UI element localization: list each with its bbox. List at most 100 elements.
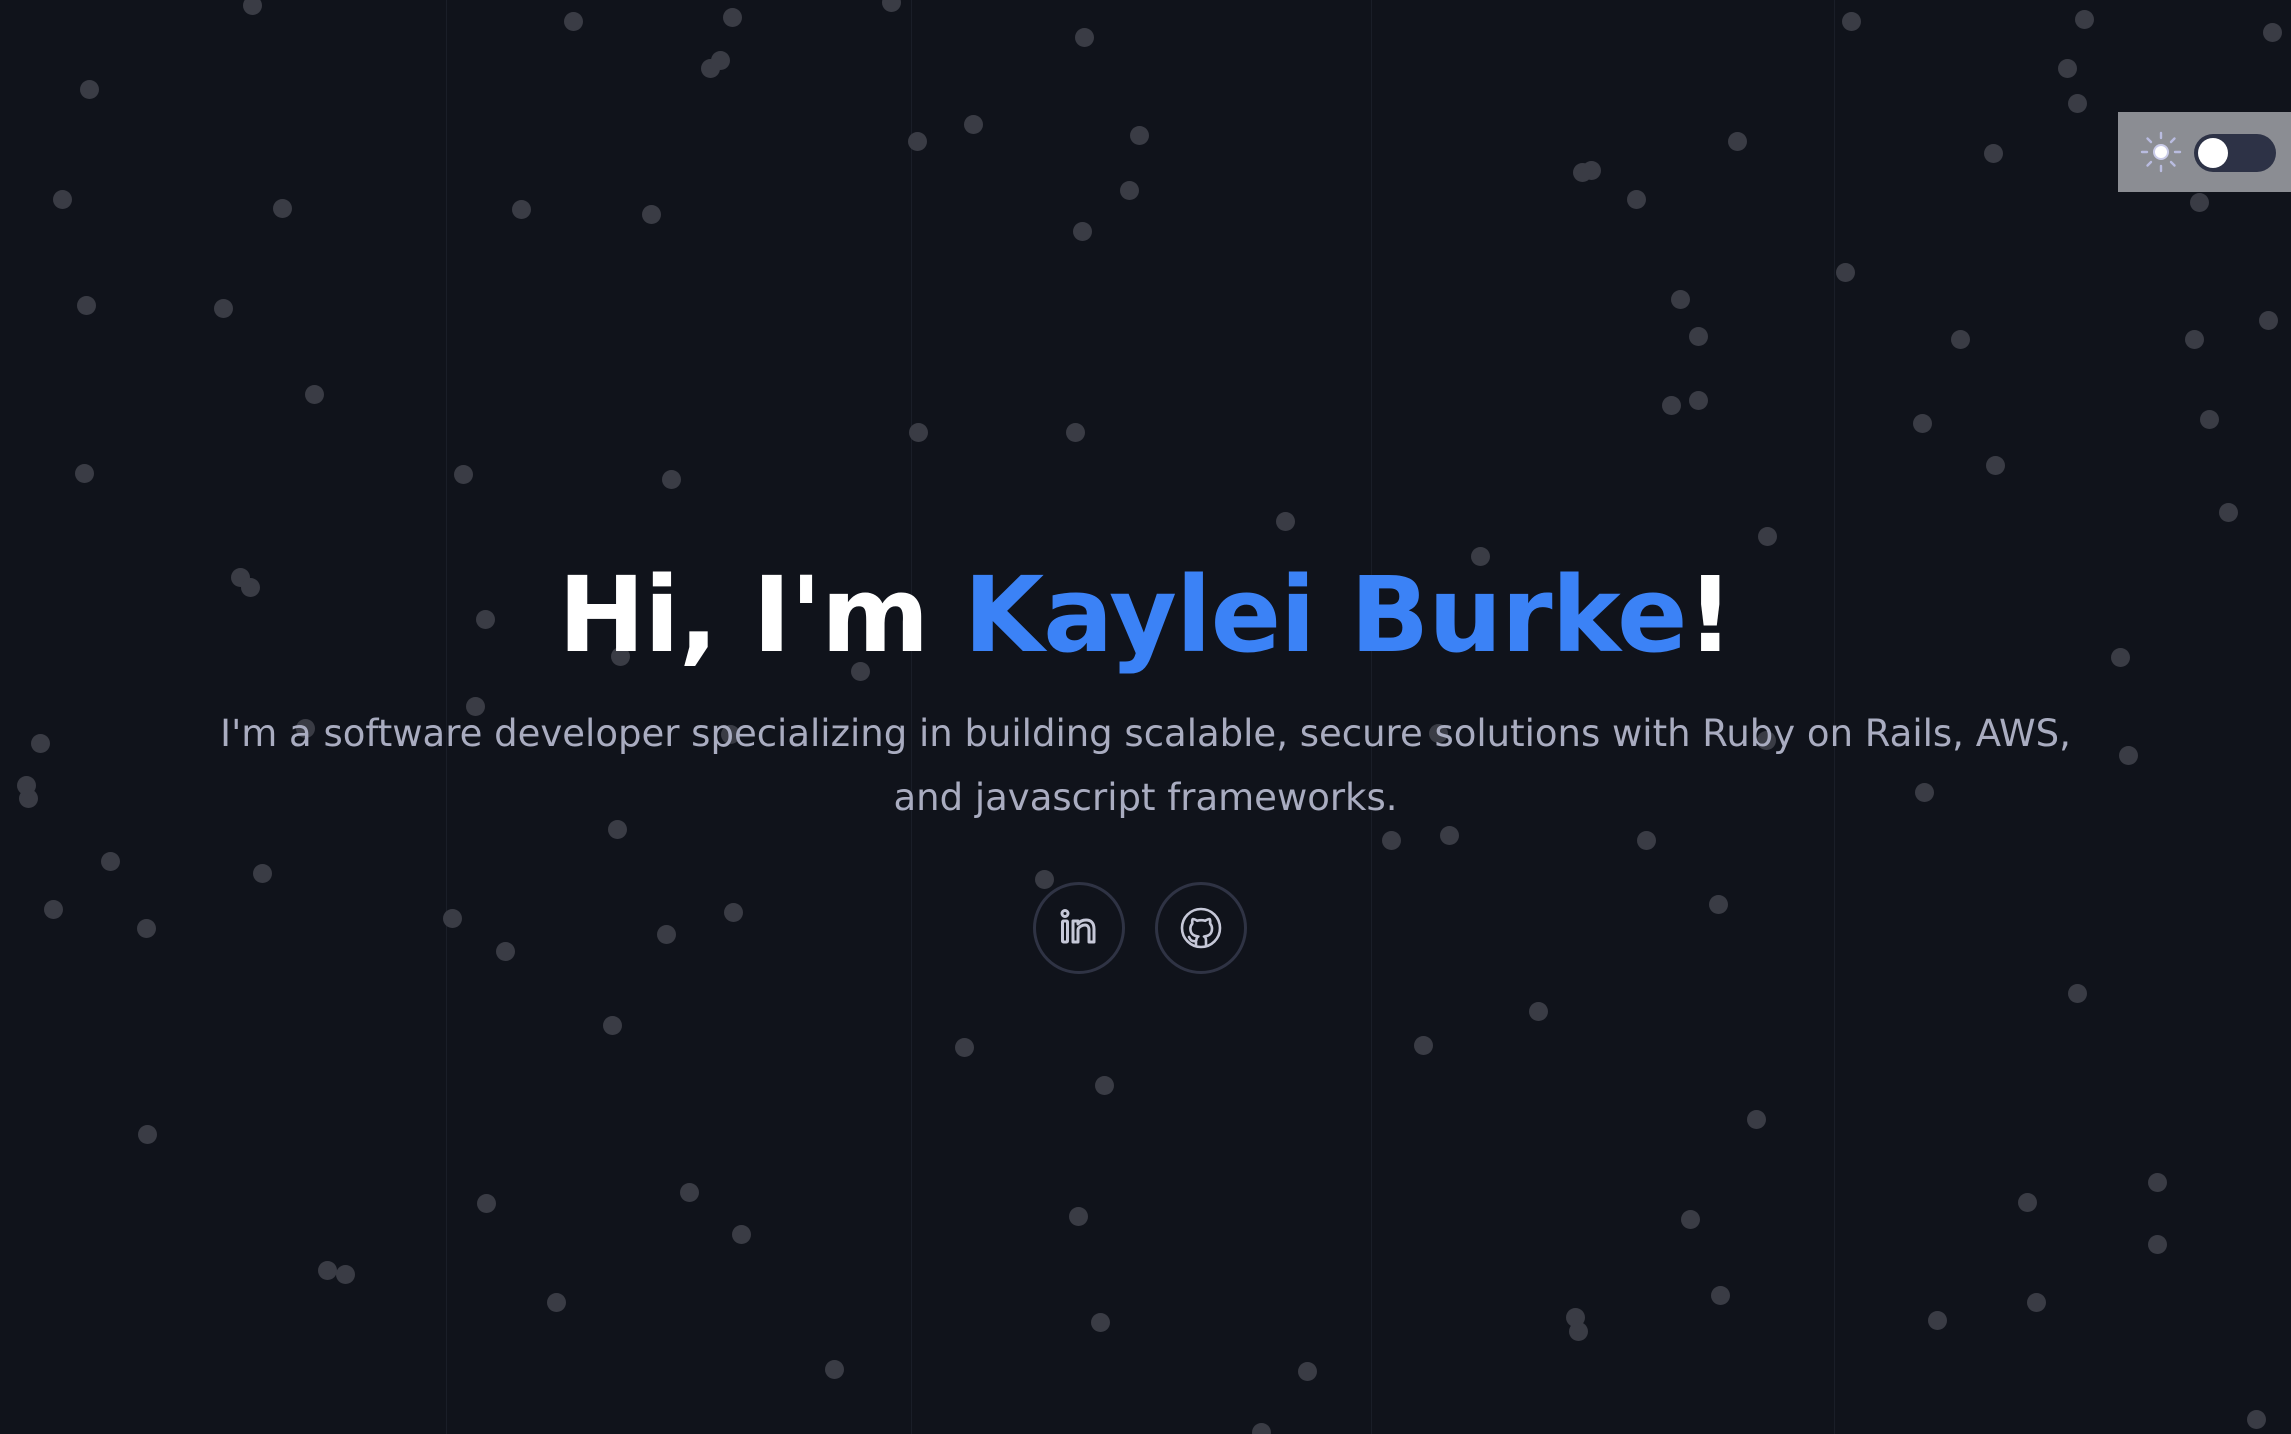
hero-subtitle: I'm a software developer specializing in… [220, 712, 2071, 819]
particle-dot [1836, 263, 1855, 282]
particle-dot [657, 925, 676, 944]
particle-dot [44, 900, 63, 919]
particle-dot [137, 919, 156, 938]
particle-dot [1951, 330, 1970, 349]
github-icon [1180, 907, 1222, 949]
particle-dot [1662, 396, 1681, 415]
particle-dot [1627, 190, 1646, 209]
linkedin-icon [1060, 909, 1096, 944]
particle-dot [1842, 12, 1861, 31]
particle-dot [2027, 1293, 2046, 1312]
hero-punctuation: ! [1686, 554, 1733, 676]
particle-dot [2247, 1410, 2266, 1429]
particle-dot [1689, 391, 1708, 410]
particle-dot [1252, 1423, 1271, 1434]
particle-dot [2068, 94, 2087, 113]
particle-dot [1709, 895, 1728, 914]
particle-dot [1276, 512, 1295, 531]
particle-dot [732, 1225, 751, 1244]
particle-dot [2148, 1235, 2167, 1254]
particle-dot [496, 942, 515, 961]
hero-heading: Hi, I'm Kaylei Burke! [0, 540, 2291, 690]
particle-dot [882, 0, 901, 12]
particle-dot [1414, 1036, 1433, 1055]
particle-dot [1711, 1286, 1730, 1305]
theme-switch-knob [2198, 138, 2228, 168]
particle-dot [662, 470, 681, 489]
particle-dot [2185, 330, 2204, 349]
sun-icon [2140, 131, 2182, 173]
particle-dot [75, 464, 94, 483]
github-link[interactable] [1155, 882, 1247, 974]
particle-dot [318, 1261, 337, 1280]
particle-dot [2018, 1193, 2037, 1212]
particle-dot [77, 296, 96, 315]
particle-dot [477, 1194, 496, 1213]
particle-dot [908, 132, 927, 151]
particle-dot [711, 51, 730, 70]
hero-section: Hi, I'm Kaylei Burke! I'm a software dev… [0, 540, 2291, 830]
particle-dot [2068, 984, 2087, 1003]
particle-dot [214, 299, 233, 318]
particle-dot [1066, 423, 1085, 442]
particle-dot [680, 1183, 699, 1202]
hero-greeting: Hi, I'm [558, 554, 964, 676]
particle-dot [53, 190, 72, 209]
particle-dot [909, 423, 928, 442]
particle-dot [724, 903, 743, 922]
particle-dot [2190, 193, 2209, 212]
particle-dot [2075, 10, 2094, 29]
particle-dot [1091, 1313, 1110, 1332]
theme-toggle[interactable] [2118, 112, 2291, 192]
particle-dot [1582, 161, 1601, 180]
particle-dot [336, 1265, 355, 1284]
particle-dot [1671, 290, 1690, 309]
particle-dot [2200, 410, 2219, 429]
particle-dot [955, 1038, 974, 1057]
particle-dot [1984, 144, 2003, 163]
particle-dot [1095, 1076, 1114, 1095]
particle-dot [1073, 222, 1092, 241]
particle-dot [1382, 831, 1401, 850]
particle-dot [243, 0, 262, 15]
hero-name: Kaylei Burke [963, 554, 1688, 676]
particle-dot [2259, 311, 2278, 330]
particle-dot [454, 465, 473, 484]
particle-dot [1120, 181, 1139, 200]
particle-dot [443, 909, 462, 928]
particle-dot [2058, 59, 2077, 78]
particle-dot [1928, 1311, 1947, 1330]
particle-dot [512, 200, 531, 219]
particle-dot [723, 8, 742, 27]
particle-dot [1075, 28, 1094, 47]
particle-dot [1747, 1110, 1766, 1129]
particle-dot [1298, 1362, 1317, 1381]
particle-dot [547, 1293, 566, 1312]
particle-dot [138, 1125, 157, 1144]
page-background: Hi, I'm Kaylei Burke! I'm a software dev… [0, 0, 2291, 1434]
particle-dot [1637, 831, 1656, 850]
particle-dot [1913, 414, 1932, 433]
particle-dot [1529, 1002, 1548, 1021]
particle-dot [1986, 456, 2005, 475]
linkedin-link[interactable] [1033, 882, 1125, 974]
particle-dot [101, 852, 120, 871]
particle-dot [1689, 327, 1708, 346]
particle-dot [273, 199, 292, 218]
particle-dot [253, 864, 272, 883]
particle-dot [2148, 1173, 2167, 1192]
particle-dot [1130, 126, 1149, 145]
particle-dot [80, 80, 99, 99]
social-links [1033, 882, 1247, 974]
particle-dot [603, 1016, 622, 1035]
particle-dot [642, 205, 661, 224]
theme-switch[interactable] [2194, 134, 2276, 172]
particle-dot [964, 115, 983, 134]
particle-dot [305, 385, 324, 404]
particle-dot [1569, 1322, 1588, 1341]
particle-dot [1728, 132, 1747, 151]
particle-dot [1069, 1207, 1088, 1226]
particle-dot [2219, 503, 2238, 522]
particle-dot [1681, 1210, 1700, 1229]
particle-dot [2263, 23, 2282, 42]
